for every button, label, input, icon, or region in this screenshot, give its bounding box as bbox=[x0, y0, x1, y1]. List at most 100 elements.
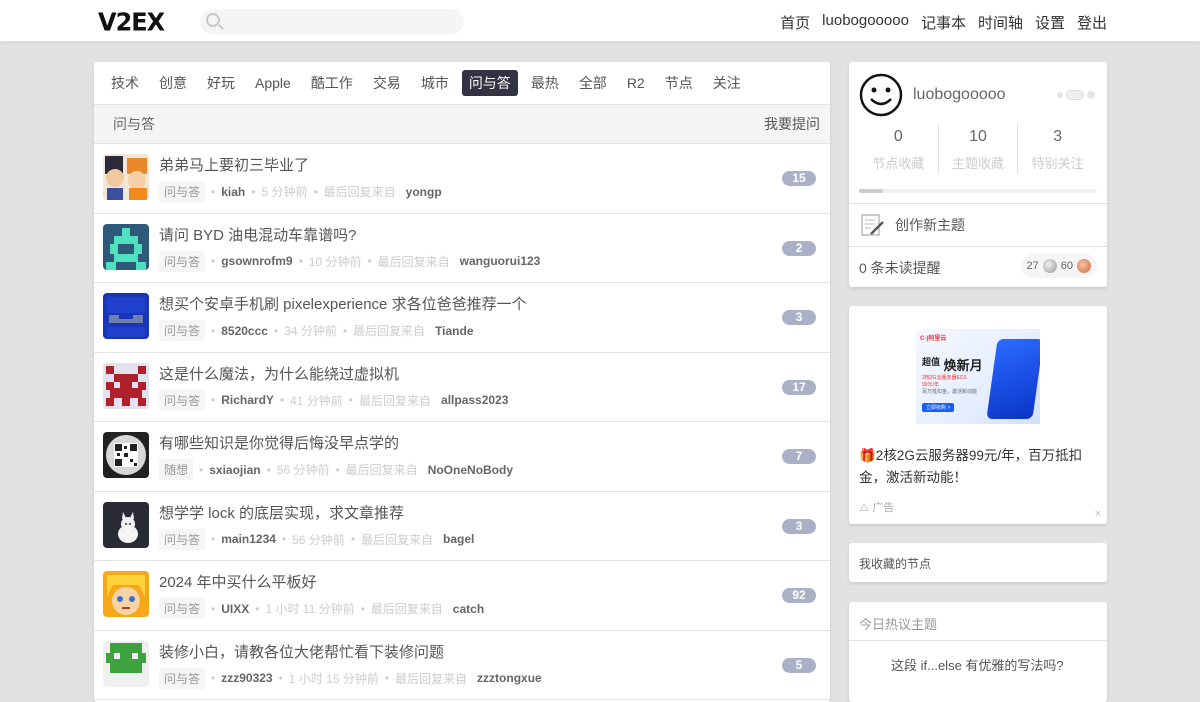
smiley-avatar-icon[interactable] bbox=[859, 73, 903, 117]
avatar[interactable] bbox=[103, 640, 149, 687]
reply-count[interactable]: 92 bbox=[782, 588, 816, 603]
node-tag[interactable]: 随想 bbox=[159, 459, 194, 480]
topic-title[interactable]: 弟弟马上要初三毕业了 bbox=[159, 154, 309, 175]
node-header: 问与答 我要提问 bbox=[94, 104, 830, 144]
stat-following[interactable]: 3 特别关注 bbox=[1018, 124, 1097, 174]
topic-title[interactable]: 2024 年中买什么平板好 bbox=[159, 571, 317, 592]
topic-author[interactable]: sxiaojian bbox=[209, 463, 260, 477]
topic-title[interactable]: 装修小白，请教各位大佬帮忙看下装修问题 bbox=[159, 641, 444, 662]
avatar[interactable] bbox=[103, 571, 149, 617]
node-tag[interactable]: 问与答 bbox=[159, 320, 206, 341]
ad-cta: 立即抢购 > bbox=[922, 403, 955, 412]
last-reply-user[interactable]: catch bbox=[453, 602, 484, 616]
stat-topic-favorites[interactable]: 10 主题收藏 bbox=[939, 124, 1019, 174]
unread-notifications[interactable]: 0 条未读提醒 bbox=[859, 258, 941, 278]
topic-author[interactable]: RichardY bbox=[221, 393, 274, 407]
tab-follow[interactable]: 关注 bbox=[706, 70, 748, 96]
node-tag[interactable]: 问与答 bbox=[159, 528, 206, 550]
avatar[interactable] bbox=[103, 223, 149, 270]
last-reply-user[interactable]: wanguorui123 bbox=[460, 254, 541, 268]
nav-username[interactable]: luobogooooo bbox=[822, 12, 909, 33]
topic-title[interactable]: 请问 BYD 油电混动车靠谱吗? bbox=[159, 224, 357, 245]
topic-title[interactable]: 想买个安卓手机刷 pixelexperience 求各位爸爸推荐一个 bbox=[159, 293, 527, 314]
last-reply-user[interactable]: zzztongxue bbox=[477, 671, 542, 685]
node-tag[interactable]: 问与答 bbox=[159, 250, 206, 272]
nav-notes[interactable]: 记事本 bbox=[921, 12, 966, 33]
topic-title[interactable]: 想学学 lock 的底层实现，求文章推荐 bbox=[159, 502, 404, 523]
topic-title[interactable]: 这是什么魔法，为什么能绕过虚拟机 bbox=[159, 363, 399, 384]
nav-logout[interactable]: 登出 bbox=[1077, 12, 1107, 33]
topic-author[interactable]: kiah bbox=[221, 185, 245, 199]
avatar[interactable] bbox=[103, 154, 149, 200]
reply-count[interactable]: 7 bbox=[782, 449, 816, 464]
toggle-switch-icon bbox=[1066, 90, 1084, 100]
tab-city[interactable]: 城市 bbox=[414, 70, 456, 96]
ask-question-link[interactable]: 我要提问 bbox=[764, 114, 820, 134]
ad-headline-1: 超值 bbox=[922, 357, 941, 367]
ad-image[interactable]: C-)阿里云 超值 焕新月 2核2G云服务器ECS 99元/年 百万抵扣金，激活新动… bbox=[916, 329, 1040, 424]
tab-r2[interactable]: R2 bbox=[620, 72, 652, 94]
node-tag[interactable]: 问与答 bbox=[159, 598, 206, 619]
tab-apple[interactable]: Apple bbox=[248, 72, 298, 94]
nav-settings[interactable]: 设置 bbox=[1035, 12, 1065, 33]
reply-count[interactable]: 3 bbox=[782, 310, 816, 325]
reply-count[interactable]: 3 bbox=[782, 518, 816, 534]
tab-qna[interactable]: 问与答 bbox=[461, 70, 518, 96]
topic-meta: 问与答 • main1234 • 56 分钟前 • 最后回复来自 bagel bbox=[159, 528, 474, 550]
tab-hot[interactable]: 最热 bbox=[524, 70, 566, 96]
search-icon bbox=[206, 13, 220, 27]
balance-badge[interactable]: 27 60 bbox=[1020, 254, 1097, 278]
logo[interactable]: V2EX bbox=[98, 7, 165, 36]
topic-author[interactable]: zzz90323 bbox=[221, 671, 272, 685]
avatar[interactable] bbox=[103, 501, 149, 548]
topic-author[interactable]: main1234 bbox=[221, 532, 276, 546]
reply-count[interactable]: 2 bbox=[782, 240, 816, 256]
reply-count[interactable]: 17 bbox=[782, 379, 816, 395]
nav-timeline[interactable]: 时间轴 bbox=[978, 12, 1023, 33]
tab-jobs[interactable]: 酷工作 bbox=[304, 70, 360, 96]
avatar[interactable] bbox=[103, 362, 149, 409]
node-tag[interactable]: 问与答 bbox=[159, 181, 206, 202]
profile-username[interactable]: luobogooooo bbox=[913, 86, 1006, 104]
topic-meta: 问与答 • UIXX • 1 小时 11 分钟前 • 最后回复来自 catch bbox=[159, 598, 484, 619]
topic-author[interactable]: 8520ccc bbox=[221, 324, 268, 338]
topic-row: 有哪些知识是你觉得后悔没早点学的 随想 • sxiaojian • 56 分钟前… bbox=[94, 422, 830, 492]
last-reply-user[interactable]: bagel bbox=[443, 532, 474, 546]
tab-creative[interactable]: 创意 bbox=[152, 70, 194, 96]
create-topic-link[interactable]: 创作新主题 bbox=[859, 212, 965, 238]
last-reply-label: 最后回复来自 bbox=[359, 393, 432, 408]
create-topic-label: 创作新主题 bbox=[895, 217, 965, 233]
hot-topic-item[interactable]: 这段 if...else 有优雅的写法吗? bbox=[891, 655, 1064, 674]
tab-nodes[interactable]: 节点 bbox=[658, 70, 700, 96]
topic-time: 34 分钟前 bbox=[284, 324, 337, 338]
topic-author[interactable]: gsownrofm9 bbox=[221, 254, 292, 268]
tab-all[interactable]: 全部 bbox=[572, 70, 614, 96]
reply-count[interactable]: 15 bbox=[782, 171, 816, 186]
last-reply-user[interactable]: NoOneNoBody bbox=[428, 463, 513, 477]
avatar[interactable] bbox=[103, 293, 149, 339]
topic-author[interactable]: UIXX bbox=[221, 602, 249, 616]
topic-title[interactable]: 有哪些知识是你觉得后悔没早点学的 bbox=[159, 432, 399, 453]
avatar[interactable] bbox=[103, 432, 149, 478]
last-reply-user[interactable]: Tiande bbox=[435, 324, 473, 338]
last-reply-user[interactable]: allpass2023 bbox=[441, 393, 508, 407]
topic-row: 这是什么魔法，为什么能绕过虚拟机 问与答 • RichardY • 41 分钟前… bbox=[94, 353, 830, 422]
tab-tech[interactable]: 技术 bbox=[104, 70, 146, 96]
node-title[interactable]: 问与答 bbox=[113, 114, 155, 134]
tab-deals[interactable]: 交易 bbox=[366, 70, 408, 96]
node-tag[interactable]: 问与答 bbox=[159, 667, 206, 689]
ad-close-icon[interactable]: × bbox=[1095, 508, 1101, 520]
search-input[interactable] bbox=[200, 9, 464, 34]
last-reply-user[interactable]: yongp bbox=[406, 185, 442, 199]
profile-stats: 0 节点收藏 10 主题收藏 3 特别关注 bbox=[859, 124, 1097, 174]
nav-home[interactable]: 首页 bbox=[780, 12, 810, 33]
favorite-nodes-title[interactable]: 我收藏的节点 bbox=[859, 557, 931, 571]
reply-count[interactable]: 5 bbox=[782, 657, 816, 673]
node-tag[interactable]: 问与答 bbox=[159, 389, 206, 411]
ad-text[interactable]: 🎁2核2G云服务器99元/年，百万抵扣金，激活新动能！ bbox=[859, 445, 1099, 489]
theme-toggle[interactable] bbox=[1057, 90, 1095, 100]
tab-play[interactable]: 好玩 bbox=[200, 70, 242, 96]
sun-icon bbox=[1057, 92, 1063, 98]
stat-node-favorites[interactable]: 0 节点收藏 bbox=[859, 124, 939, 174]
silver-coin-icon bbox=[1042, 259, 1057, 273]
